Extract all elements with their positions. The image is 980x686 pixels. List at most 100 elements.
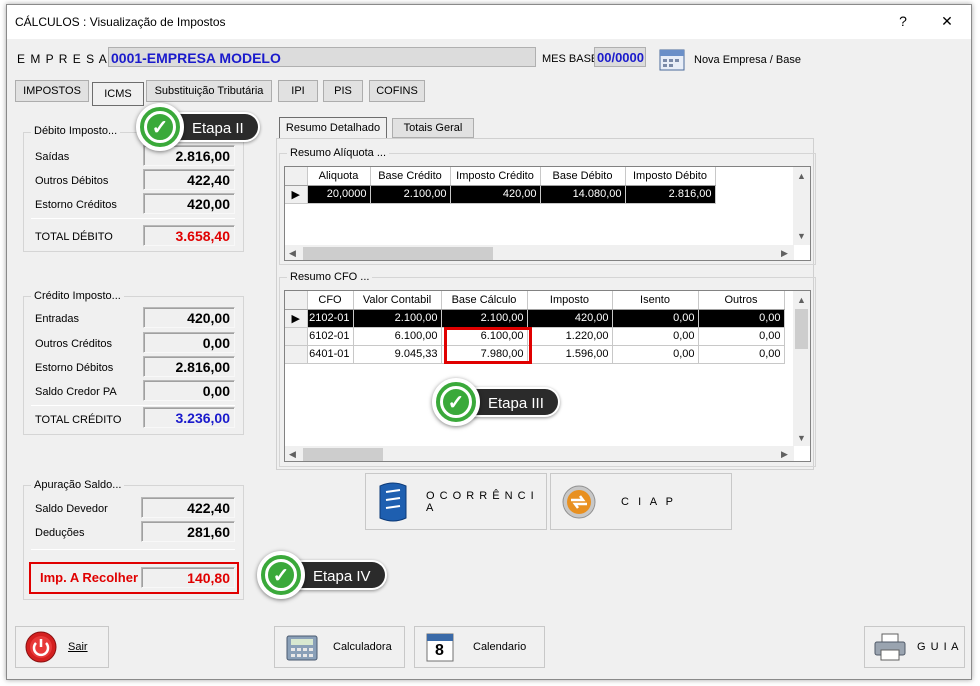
saldo-devedor-field: 422,40: [141, 497, 235, 518]
cfo-table: CFO Valor Contabil Base Cálculo Imposto Isen…: [285, 291, 785, 364]
callout-label: Etapa IV: [291, 560, 387, 590]
subtab-resumo-detalhado[interactable]: Resumo Detalhado: [279, 117, 387, 139]
aliquota-vscroll[interactable]: ▲ ▼: [793, 167, 810, 245]
mes-base-field[interactable]: 00/0000: [594, 47, 646, 67]
column-header[interactable]: Aliquota: [307, 167, 371, 186]
column-header[interactable]: Imposto Crédito: [450, 167, 541, 186]
scroll-thumb[interactable]: [303, 247, 493, 260]
sair-button[interactable]: Sair: [15, 626, 109, 668]
column-header[interactable]: Base Cálculo: [441, 291, 528, 310]
ocorrencia-label: O C O R R Ê N C I A: [426, 489, 535, 514]
table-cell[interactable]: 0,00: [612, 309, 699, 328]
apuracao-title: Apuração Saldo...: [31, 479, 125, 491]
tab-impostos[interactable]: IMPOSTOS: [15, 80, 89, 102]
base-calculo-highlight: [444, 327, 532, 364]
table-row[interactable]: 6401-01 9.045,33 7.980,00 1.596,00 0,00 0,00: [285, 345, 785, 364]
column-header[interactable]: Imposto: [527, 291, 613, 310]
column-header[interactable]: Base Crédito: [370, 167, 451, 186]
table-cell[interactable]: 6401-01: [307, 345, 354, 364]
scroll-left-icon[interactable]: ◀: [289, 449, 296, 460]
table-cell[interactable]: 14.080,00: [540, 185, 626, 204]
table-cell[interactable]: 6102-01: [307, 327, 354, 346]
total-credito-label: TOTAL CRÉDITO: [35, 414, 122, 426]
close-button[interactable]: ✕: [932, 13, 962, 30]
nova-empresa-button[interactable]: Nova Empresa / Base: [694, 54, 801, 66]
help-button[interactable]: ?: [888, 13, 918, 29]
credito-entradas-field: 420,00: [143, 307, 235, 328]
table-cell[interactable]: 6.100,00: [353, 327, 442, 346]
credito-entradas-label: Entradas: [35, 313, 80, 325]
scroll-up-icon[interactable]: ▲: [797, 171, 806, 181]
guia-button[interactable]: G U I A: [864, 626, 965, 668]
column-header[interactable]: Imposto Débito: [625, 167, 716, 186]
check-circle-icon: ✓: [257, 551, 305, 599]
calendario-button[interactable]: 8 Calendario: [414, 626, 545, 668]
column-header[interactable]: Valor Contabil: [353, 291, 442, 310]
scroll-down-icon[interactable]: ▼: [797, 231, 806, 241]
debito-outros-field: 422,40: [143, 169, 235, 190]
table-row[interactable]: 6102-01 6.100,00 6.100,00 1.220,00 0,00 0,00: [285, 327, 785, 346]
credito-saldo-field: 0,00: [143, 380, 235, 401]
row-indicator-header: [285, 167, 308, 186]
check-circle-icon: ✓: [136, 103, 184, 151]
column-header[interactable]: Outros: [698, 291, 785, 310]
column-header[interactable]: CFO: [307, 291, 354, 310]
table-cell[interactable]: 2.100,00: [370, 185, 451, 204]
tab-substituicao-tributaria[interactable]: Substituição Tributária: [146, 80, 272, 102]
calendario-label: Calendario: [473, 641, 527, 653]
cfo-hscroll[interactable]: ◀ ▶: [285, 446, 794, 461]
column-header[interactable]: Isento: [612, 291, 699, 310]
printer-icon: [873, 632, 907, 662]
table-cell[interactable]: 420,00: [527, 309, 613, 328]
row-indicator: [285, 327, 308, 346]
credito-estorno-label: Estorno Débitos: [35, 362, 114, 374]
table-row[interactable]: ▶ 2102-01 2.100,00 2.100,00 420,00 0,00 0,00: [285, 309, 785, 328]
nova-empresa-icon[interactable]: [658, 47, 688, 73]
table-cell[interactable]: 2102-01: [307, 309, 354, 328]
tab-ipi[interactable]: IPI: [278, 80, 318, 102]
scroll-thumb[interactable]: [795, 309, 808, 349]
scroll-right-icon[interactable]: ▶: [781, 449, 788, 460]
tab-pis[interactable]: PIS: [323, 80, 363, 102]
table-cell[interactable]: 1.220,00: [527, 327, 613, 346]
table-cell[interactable]: 0,00: [612, 345, 699, 364]
scroll-down-icon[interactable]: ▼: [797, 433, 806, 443]
ocorrencia-button[interactable]: O C O R R Ê N C I A: [365, 473, 547, 530]
cfo-grid[interactable]: CFO Valor Contabil Base Cálculo Imposto Isen…: [284, 290, 811, 462]
column-header[interactable]: Base Débito: [540, 167, 626, 186]
table-cell[interactable]: 9.045,33: [353, 345, 442, 364]
scroll-thumb[interactable]: [303, 448, 383, 461]
table-cell[interactable]: 0,00: [612, 327, 699, 346]
table-cell[interactable]: 0,00: [698, 327, 785, 346]
table-cell[interactable]: 420,00: [450, 185, 541, 204]
aliquota-hscroll[interactable]: ◀ ▶: [285, 245, 794, 260]
total-credito-field: 3.236,00: [143, 407, 235, 428]
calculadora-button[interactable]: Calculadora: [274, 626, 405, 668]
scroll-right-icon[interactable]: ▶: [781, 248, 788, 259]
debito-saidas-label: Saídas: [35, 151, 70, 163]
divider: [31, 218, 235, 219]
table-cell[interactable]: 1.596,00: [527, 345, 613, 364]
subtab-totais-geral[interactable]: Totais Geral: [392, 118, 474, 138]
divider: [31, 405, 235, 406]
table-cell[interactable]: 20,0000: [307, 185, 371, 204]
ciap-button[interactable]: C I A P: [550, 473, 732, 530]
table-cell[interactable]: 2.100,00: [441, 309, 528, 328]
deducoes-field: 281,60: [141, 521, 235, 542]
ciap-label: C I A P: [621, 495, 673, 508]
aliquota-grid[interactable]: Aliquota Base Crédito Imposto Crédito Base …: [284, 166, 811, 261]
tab-cofins[interactable]: COFINS: [369, 80, 425, 102]
cfo-vscroll[interactable]: ▲ ▼: [793, 291, 810, 446]
table-row[interactable]: ▶ 20,0000 2.100,00 420,00 14.080,00 2.816,00: [285, 185, 716, 204]
row-indicator: ▶: [285, 185, 308, 204]
scroll-left-icon[interactable]: ◀: [289, 248, 296, 259]
table-cell[interactable]: 2.100,00: [353, 309, 442, 328]
debito-outros-label: Outros Débitos: [35, 175, 109, 187]
calendar-day: 8: [435, 642, 444, 659]
scroll-up-icon[interactable]: ▲: [797, 295, 806, 305]
table-cell[interactable]: 0,00: [698, 309, 785, 328]
table-cell[interactable]: 2.816,00: [625, 185, 716, 204]
debito-estorno-field: 420,00: [143, 193, 235, 214]
table-cell[interactable]: 0,00: [698, 345, 785, 364]
credito-outros-label: Outros Créditos: [35, 338, 113, 350]
